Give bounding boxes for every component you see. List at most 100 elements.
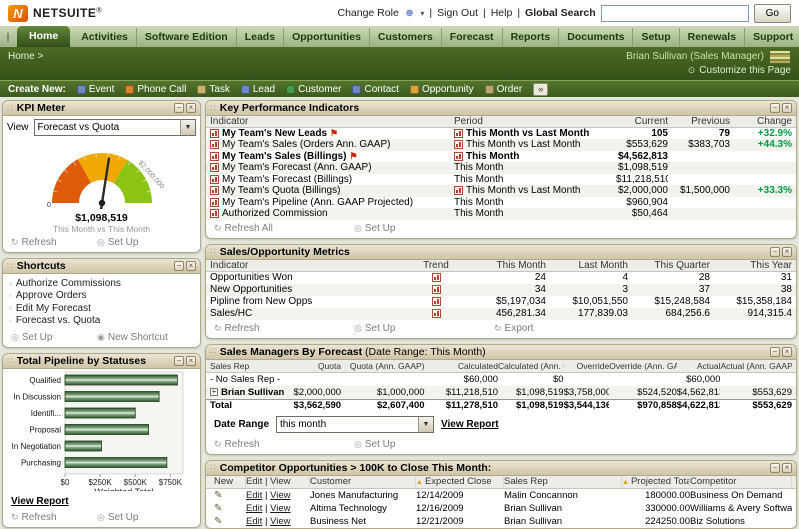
close-button[interactable]: × xyxy=(782,347,792,357)
tab-home[interactable]: Home xyxy=(17,26,70,47)
kpi-chart-icon[interactable] xyxy=(210,140,219,149)
kpi-chart-icon[interactable] xyxy=(210,152,219,161)
drag-handle-icon[interactable]: ∷ xyxy=(210,246,216,257)
dropdown-arrow-icon[interactable]: ▼ xyxy=(418,417,433,432)
trend-chart-icon[interactable] xyxy=(454,129,463,138)
view-link[interactable]: View xyxy=(270,516,290,527)
close-button[interactable]: × xyxy=(782,463,792,473)
refresh-link[interactable]: ↻Refresh xyxy=(11,237,97,248)
new-shortcut-link[interactable]: ◉New Shortcut xyxy=(97,332,183,343)
go-button[interactable]: Go xyxy=(754,4,791,23)
drag-handle-icon[interactable]: ∷ xyxy=(210,103,216,114)
kpi-chart-icon[interactable] xyxy=(210,163,219,172)
drag-handle-icon[interactable]: ∷ xyxy=(7,103,13,114)
minimize-button[interactable]: − xyxy=(770,247,780,257)
refresh-link[interactable]: ↻Refresh xyxy=(11,512,97,523)
set-up-link[interactable]: ◎Set Up xyxy=(354,323,494,334)
set-up-link[interactable]: ◎Set Up xyxy=(354,223,494,234)
tab-reports[interactable]: Reports xyxy=(503,28,560,47)
new-record-icon[interactable]: ✎ xyxy=(214,503,222,514)
kpi-chart-icon[interactable] xyxy=(210,129,219,138)
minimize-button[interactable]: − xyxy=(770,103,780,113)
set-up-link[interactable]: ◎Set Up xyxy=(97,237,183,248)
drag-handle-icon[interactable]: ∷ xyxy=(7,261,13,272)
create-new-event[interactable]: Event xyxy=(77,84,115,95)
shortcut-authorize-commissions[interactable]: ◦Authorize Commissions xyxy=(9,277,194,290)
global-search-input[interactable] xyxy=(601,5,749,22)
kpi-chart-icon[interactable] xyxy=(210,198,219,207)
tab-leads[interactable]: Leads xyxy=(237,28,284,47)
view-report-link[interactable]: View Report xyxy=(11,496,69,507)
set-up-link[interactable]: ◎Set Up xyxy=(354,439,494,450)
tab-renewals[interactable]: Renewals xyxy=(680,28,745,47)
kpi-chart-icon[interactable] xyxy=(210,209,219,218)
shortcut-forecast-vs-quota[interactable]: ◦Forecast vs. Quota xyxy=(9,315,194,328)
view-link[interactable]: View xyxy=(270,503,290,514)
tab-opportunities[interactable]: Opportunities xyxy=(284,28,370,47)
new-record-icon[interactable]: ✎ xyxy=(214,516,222,527)
date-range-select[interactable]: this month ▼ xyxy=(276,416,434,433)
trend-chart-icon[interactable] xyxy=(432,297,441,306)
edit-link[interactable]: Edit xyxy=(246,516,262,527)
close-button[interactable]: × xyxy=(782,103,792,113)
tab-setup[interactable]: Setup xyxy=(633,28,679,47)
close-button[interactable]: × xyxy=(782,247,792,257)
edit-link[interactable]: Edit xyxy=(246,490,262,501)
sign-out-link[interactable]: Sign Out xyxy=(437,7,478,19)
minimize-button[interactable]: − xyxy=(174,103,184,113)
kpi-chart-icon[interactable] xyxy=(210,186,219,195)
view-link[interactable]: View xyxy=(270,490,290,501)
shortcut-edit-my-forecast[interactable]: ◦Edit My Forecast xyxy=(9,302,194,315)
tab-documents[interactable]: Documents xyxy=(559,28,633,47)
view-select[interactable]: Forecast vs Quota ▼ xyxy=(34,119,197,136)
close-button[interactable]: × xyxy=(186,103,196,113)
trend-chart-icon[interactable] xyxy=(432,309,441,318)
minimize-button[interactable]: − xyxy=(770,463,780,473)
expand-row-icon[interactable]: + xyxy=(210,388,218,396)
create-new-contact[interactable]: Contact xyxy=(352,84,398,95)
set-up-link[interactable]: ◎Set Up xyxy=(11,332,97,343)
minimize-button[interactable]: − xyxy=(174,261,184,271)
create-new-customer[interactable]: Customer xyxy=(286,84,341,95)
edit-link[interactable]: Edit xyxy=(246,503,262,514)
trend-chart-icon[interactable] xyxy=(432,273,441,282)
more-create-options-button[interactable]: » xyxy=(533,83,548,96)
sort-icon[interactable]: ▲ xyxy=(416,479,423,486)
help-link[interactable]: Help xyxy=(491,7,513,19)
trend-chart-icon[interactable] xyxy=(454,186,463,195)
drag-handle-icon[interactable]: ∷ xyxy=(210,462,216,473)
minimize-button[interactable]: − xyxy=(770,347,780,357)
drag-handle-icon[interactable]: ∷ xyxy=(7,356,13,367)
tab-forecast[interactable]: Forecast xyxy=(442,28,503,47)
refresh-all-link[interactable]: ↻Refresh All xyxy=(214,223,354,234)
export-link[interactable]: ↻Export xyxy=(494,323,634,334)
view-report-link[interactable]: View Report xyxy=(441,419,499,430)
create-new-lead[interactable]: Lead xyxy=(241,84,275,95)
breadcrumb[interactable]: Home > xyxy=(8,51,43,62)
create-new-task[interactable]: Task xyxy=(197,84,230,95)
tab-activities[interactable]: Activities xyxy=(73,28,137,47)
tab-software-edition[interactable]: Software Edition xyxy=(137,28,237,47)
create-new-opportunity[interactable]: Opportunity xyxy=(410,84,474,95)
trend-chart-icon[interactable] xyxy=(454,140,463,149)
customize-page-link[interactable]: Customize this Page xyxy=(699,65,791,76)
close-button[interactable]: × xyxy=(186,356,196,366)
kpi-chart-icon[interactable] xyxy=(210,175,219,184)
set-up-link[interactable]: ◎Set Up xyxy=(97,512,183,523)
drag-handle-icon[interactable]: ∷ xyxy=(210,346,216,357)
tab-support[interactable]: Support xyxy=(745,28,799,47)
create-new-order[interactable]: Order xyxy=(485,84,523,95)
customize-icon[interactable]: ⊙ xyxy=(688,65,696,76)
trend-chart-icon[interactable] xyxy=(432,285,441,294)
chevron-down-icon[interactable]: ▾ xyxy=(420,9,424,18)
refresh-link[interactable]: ↻Refresh xyxy=(214,439,354,450)
dropdown-arrow-icon[interactable]: ▼ xyxy=(180,120,195,135)
new-record-icon[interactable]: ✎ xyxy=(214,490,222,501)
close-button[interactable]: × xyxy=(186,261,196,271)
minimize-button[interactable]: − xyxy=(174,356,184,366)
create-new-phone-call[interactable]: Phone Call xyxy=(125,84,186,95)
change-role-link[interactable]: Change Role xyxy=(337,7,398,19)
shortcut-approve-orders[interactable]: ◦Approve Orders xyxy=(9,290,194,303)
tab-customers[interactable]: Customers xyxy=(370,28,442,47)
trend-chart-icon[interactable] xyxy=(454,152,463,161)
